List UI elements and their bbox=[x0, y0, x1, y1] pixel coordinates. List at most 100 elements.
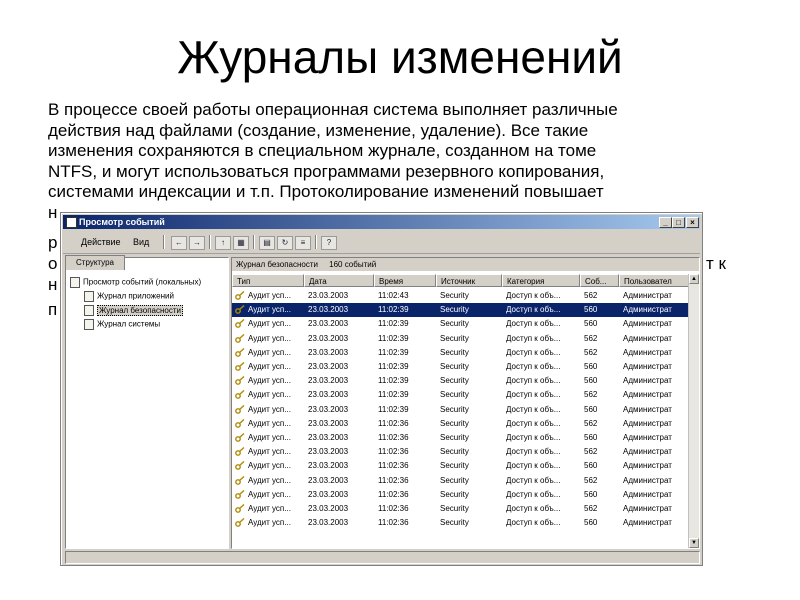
table-cell: 23.03.2003 bbox=[308, 418, 349, 428]
table-cell: Доступ к объ... bbox=[506, 489, 561, 499]
log-name: Журнал безопасности bbox=[236, 260, 318, 269]
table-cell: Аудит усп... bbox=[248, 390, 291, 400]
table-cell: Аудит усп... bbox=[248, 489, 291, 499]
back-arrow-icon[interactable]: ← bbox=[171, 236, 187, 250]
paragraph-line: изменения сохраняются в специальном журн… bbox=[48, 141, 597, 160]
table-cell: Доступ к объ... bbox=[506, 475, 561, 485]
table-row[interactable]: Аудит усп... 23.03.2003 11:02:39 Security До… bbox=[232, 317, 689, 331]
table-cell: 11:02:39 bbox=[378, 347, 409, 357]
key-icon bbox=[235, 518, 245, 528]
properties-icon[interactable]: ▤ bbox=[259, 236, 275, 250]
column-header[interactable]: Категория bbox=[502, 274, 580, 287]
column-header[interactable]: Тип bbox=[232, 274, 304, 287]
key-icon bbox=[235, 376, 245, 386]
table-cell: 562 bbox=[584, 390, 598, 400]
table-cell: 560 bbox=[584, 362, 598, 371]
table-row[interactable]: Аудит усп... 23.03.2003 11:02:36 Security До… bbox=[232, 516, 689, 530]
toolbar-separator bbox=[315, 235, 317, 249]
tree-item-security-log[interactable]: Журнал безопасности bbox=[84, 304, 183, 316]
table-row[interactable]: Аудит усп... 23.03.2003 11:02:43 Security До… bbox=[232, 289, 689, 303]
column-header[interactable]: Пользовател bbox=[619, 274, 689, 287]
table-cell: Security bbox=[440, 362, 469, 371]
table-row[interactable]: Аудит усп... 23.03.2003 11:02:39 Security До… bbox=[232, 388, 689, 402]
partial-letter: о bbox=[48, 254, 58, 273]
column-header[interactable]: Соб... bbox=[580, 274, 619, 287]
table-cell: 23.03.2003 bbox=[308, 362, 349, 371]
menu-action[interactable]: Действие bbox=[81, 237, 121, 247]
table-cell: 560 bbox=[584, 461, 598, 471]
table-cell: Администрат bbox=[623, 319, 672, 329]
slide-title: Журналы изменений bbox=[177, 31, 623, 83]
event-viewer-window: Просмотр событий _ □ × Действие Вид ← → … bbox=[60, 212, 703, 566]
vertical-scrollbar[interactable]: ▲ ▼ bbox=[688, 274, 699, 548]
key-icon bbox=[235, 333, 245, 343]
table-row[interactable]: Аудит усп... 23.03.2003 11:02:39 Security До… bbox=[232, 332, 689, 346]
title-bar[interactable]: Просмотр событий _ □ × bbox=[63, 215, 700, 229]
table-cell: Аудит усп... bbox=[248, 504, 291, 513]
table-cell: Security bbox=[440, 489, 469, 499]
column-header[interactable]: Источник bbox=[436, 274, 502, 287]
tree-item-application-log[interactable]: Журнал приложений bbox=[84, 291, 174, 302]
forward-arrow-icon[interactable]: → bbox=[189, 236, 205, 250]
refresh-icon[interactable]: ↻ bbox=[277, 236, 293, 250]
tab-structure[interactable]: Структура bbox=[65, 255, 125, 270]
up-folder-icon[interactable]: ↑ bbox=[215, 236, 231, 250]
table-cell: 560 bbox=[584, 376, 598, 386]
scroll-up-button[interactable]: ▲ bbox=[689, 274, 699, 284]
table-cell: 560 bbox=[584, 305, 598, 315]
table-row[interactable]: Аудит усп... 23.03.2003 11:02:36 Security До… bbox=[232, 488, 689, 502]
table-cell: 23.03.2003 bbox=[308, 347, 349, 357]
partial-letter: р bbox=[48, 233, 58, 252]
key-icon bbox=[235, 390, 245, 400]
log-icon bbox=[84, 305, 94, 316]
table-cell: 23.03.2003 bbox=[308, 305, 349, 315]
table-cell: Администрат bbox=[623, 447, 672, 457]
table-cell: 23.03.2003 bbox=[308, 504, 349, 513]
table-cell: Security bbox=[440, 433, 469, 442]
key-icon bbox=[235, 291, 245, 300]
table-cell: Доступ к объ... bbox=[506, 418, 561, 428]
table-cell: 11:02:36 bbox=[378, 489, 409, 499]
table-row[interactable]: Аудит усп... 23.03.2003 11:02:39 Security До… bbox=[232, 360, 689, 374]
table-row[interactable]: Аудит усп... 23.03.2003 11:02:39 Security До… bbox=[232, 374, 689, 388]
help-icon[interactable]: ? bbox=[321, 236, 337, 250]
table-cell: 560 bbox=[584, 433, 598, 442]
table-cell: 23.03.2003 bbox=[308, 333, 349, 343]
table-cell: Доступ к объ... bbox=[506, 291, 561, 300]
key-icon bbox=[235, 461, 245, 471]
column-header[interactable]: Дата bbox=[304, 274, 374, 287]
maximize-button[interactable]: □ bbox=[672, 217, 685, 228]
table-cell: 562 bbox=[584, 418, 598, 428]
table-cell: Доступ к объ... bbox=[506, 305, 561, 315]
table-cell: Администрат bbox=[623, 305, 672, 315]
table-row[interactable]: Аудит усп... 23.03.2003 11:02:36 Security До… bbox=[232, 459, 689, 473]
table-cell: 23.03.2003 bbox=[308, 433, 349, 442]
table-cell: Администрат bbox=[623, 333, 672, 343]
table-row[interactable]: Аудит усп... 23.03.2003 11:02:36 Security До… bbox=[232, 445, 689, 459]
table-row[interactable]: Аудит усп... 23.03.2003 11:02:36 Security До… bbox=[232, 502, 689, 516]
table-row[interactable]: Аудит усп... 23.03.2003 11:02:39 Security До… bbox=[232, 346, 689, 360]
log-icon bbox=[84, 319, 94, 330]
table-row[interactable]: Аудит усп... 23.03.2003 11:02:36 Security До… bbox=[232, 474, 689, 488]
column-header[interactable]: Время bbox=[374, 274, 436, 287]
show-hide-tree-icon[interactable]: ▦ bbox=[233, 236, 249, 250]
menu-view[interactable]: Вид bbox=[133, 237, 149, 247]
table-row[interactable]: Аудит усп... 23.03.2003 11:02:36 Security До… bbox=[232, 417, 689, 431]
close-button[interactable]: × bbox=[686, 217, 699, 228]
table-cell: Администрат bbox=[623, 433, 672, 442]
table-row[interactable]: Аудит усп... 23.03.2003 11:02:36 Security До… bbox=[232, 431, 689, 445]
toolbar-separator bbox=[209, 235, 211, 249]
table-cell: Администрат bbox=[623, 362, 672, 371]
partial-letter: н bbox=[48, 275, 58, 294]
table-cell: Аудит усп... bbox=[248, 291, 291, 300]
tree-root[interactable]: Просмотр событий (локальных) bbox=[70, 277, 201, 288]
export-list-icon[interactable]: ≡ bbox=[295, 236, 311, 250]
tree-item-system-log[interactable]: Журнал системы bbox=[84, 319, 160, 330]
table-cell: Security bbox=[440, 404, 469, 414]
table-cell: Security bbox=[440, 319, 469, 329]
table-row[interactable]: Аудит усп... 23.03.2003 11:02:39 Security До… bbox=[232, 403, 689, 417]
minimize-button[interactable]: _ bbox=[659, 217, 672, 228]
table-row[interactable]: Аудит усп... 23.03.2003 11:02:39 Security До… bbox=[232, 303, 689, 318]
scroll-down-button[interactable]: ▼ bbox=[689, 538, 699, 548]
table-cell: Аудит усп... bbox=[248, 447, 291, 457]
